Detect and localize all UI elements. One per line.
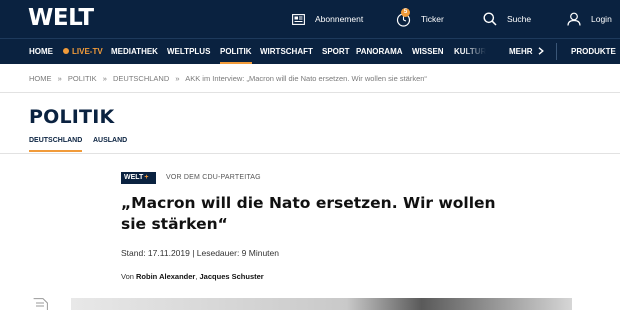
- chevron-right-icon: [538, 47, 544, 55]
- breadcrumb-politik[interactable]: POLITIK: [68, 74, 97, 83]
- nav-live-tv-label: LIVE-TV: [72, 47, 103, 56]
- ticker-count-badge: 5: [401, 8, 410, 17]
- nav-sport[interactable]: SPORT: [322, 39, 350, 64]
- nav-home[interactable]: HOME: [29, 39, 53, 64]
- nav-wirtschaft[interactable]: WIRTSCHAFT: [260, 39, 313, 64]
- user-icon: [567, 12, 581, 26]
- nav-fade: [462, 39, 502, 64]
- weltplus-badge: WELT+: [121, 172, 156, 184]
- search-label: Suche: [507, 14, 532, 24]
- breadcrumb-separator: »: [102, 74, 107, 83]
- newspaper-icon: [292, 13, 305, 25]
- breadcrumb-separator: »: [175, 74, 180, 83]
- author-link[interactable]: Jacques Schuster: [200, 272, 264, 281]
- article-kicker: VOR DEM CDU-PARTEITAG: [166, 174, 261, 181]
- nav-weltplus[interactable]: WELTPLUS: [167, 39, 210, 64]
- hero-image: [71, 298, 572, 310]
- nav-produkte[interactable]: PRODUKTE: [571, 39, 616, 64]
- subnav-deutschland[interactable]: DEUTSCHLAND: [29, 137, 83, 152]
- nav-live-tv[interactable]: LIVE-TV: [63, 39, 103, 64]
- breadcrumb-current: AKK im Interview: „Macron will die Nato …: [185, 74, 427, 83]
- search-icon: [483, 12, 497, 26]
- nav-divider: [556, 43, 557, 60]
- breadcrumb: HOME » POLITIK » DEUTSCHLAND » AKK im In…: [29, 74, 431, 83]
- login-label: Login: [591, 14, 612, 24]
- weltplus-badge-label: WELT: [124, 174, 144, 181]
- ticker-link[interactable]: 5 Ticker: [396, 0, 444, 38]
- section-title: POLITIK: [29, 106, 115, 128]
- author-link[interactable]: Robin Alexander: [136, 272, 195, 281]
- abonnement-link[interactable]: Abonnement: [292, 0, 363, 38]
- top-bar: WELT Abonnement 5 Ticker Suche Login: [0, 0, 620, 38]
- document-icon[interactable]: [33, 298, 48, 310]
- subnav-ausland[interactable]: AUSLAND: [93, 137, 127, 144]
- nav-wissen[interactable]: WISSEN: [412, 39, 444, 64]
- article-byline: Von Robin Alexander, Jacques Schuster: [121, 272, 264, 281]
- live-dot-icon: [63, 48, 69, 54]
- ticker-label: Ticker: [421, 14, 444, 24]
- abonnement-label: Abonnement: [315, 14, 364, 24]
- byline-prefix: Von: [121, 272, 137, 281]
- plus-icon: +: [144, 174, 149, 181]
- divider: [0, 153, 620, 154]
- nav-more-button[interactable]: MEHR: [509, 39, 544, 64]
- breadcrumb-deutschland[interactable]: DEUTSCHLAND: [113, 74, 169, 83]
- article-meta: Stand: 17.11.2019 | Lesedauer: 9 Minuten: [121, 248, 280, 258]
- main-nav: HOME LIVE-TV MEDIATHEK WELTPLUS POLITIK …: [0, 38, 620, 64]
- nav-mediathek[interactable]: MEDIATHEK: [111, 39, 158, 64]
- divider: [0, 92, 620, 93]
- welt-logo[interactable]: WELT: [28, 5, 94, 31]
- login-button[interactable]: Login: [567, 0, 612, 38]
- nav-politik[interactable]: POLITIK: [220, 39, 252, 64]
- search-button[interactable]: Suche: [483, 0, 531, 38]
- nav-more-label: MEHR: [509, 47, 533, 56]
- breadcrumb-home[interactable]: HOME: [29, 74, 52, 83]
- nav-panorama[interactable]: PANORAMA: [356, 39, 403, 64]
- article-headline: „Macron will die Nato ersetzen. Wir woll…: [121, 194, 496, 233]
- breadcrumb-separator: »: [57, 74, 62, 83]
